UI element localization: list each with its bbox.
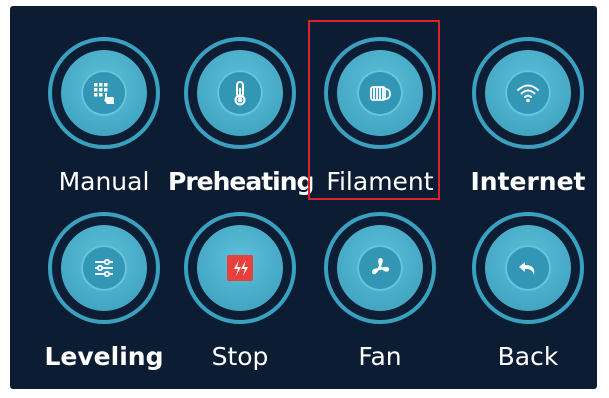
internet-button[interactable]: Internet (466, 37, 606, 212)
keypad-hand-icon (94, 83, 114, 104)
back-ring (472, 212, 584, 324)
internet-label: Internet (470, 167, 586, 196)
fan-label: Fan (358, 342, 402, 371)
fan-ring (324, 212, 436, 324)
stop-button[interactable]: Stop (178, 212, 318, 387)
leveling-button[interactable]: Leveling (42, 212, 182, 387)
stop-lightning-icon (227, 255, 253, 281)
internet-ring (472, 37, 584, 149)
leveling-ring (48, 212, 160, 324)
manual-ring (48, 37, 160, 149)
back-label: Back (497, 342, 559, 371)
manual-label: Manual (58, 167, 150, 196)
preheating-button[interactable]: Preheating (168, 37, 318, 212)
manual-button[interactable]: Manual (42, 37, 182, 212)
preheating-ring (184, 37, 296, 149)
fan-icon (371, 258, 390, 275)
leveling-label: Leveling (44, 342, 164, 371)
stop-label: Stop (211, 342, 269, 371)
wifi-icon (517, 84, 539, 103)
selection-highlight (308, 20, 440, 200)
back-arrow-icon (519, 262, 535, 275)
stop-ring (184, 212, 296, 324)
thermometer-icon (234, 81, 246, 106)
fan-button[interactable]: Fan (318, 212, 458, 387)
preheating-label: Preheating (168, 167, 314, 196)
sliders-icon (95, 258, 113, 278)
back-button[interactable]: Back (466, 212, 606, 387)
